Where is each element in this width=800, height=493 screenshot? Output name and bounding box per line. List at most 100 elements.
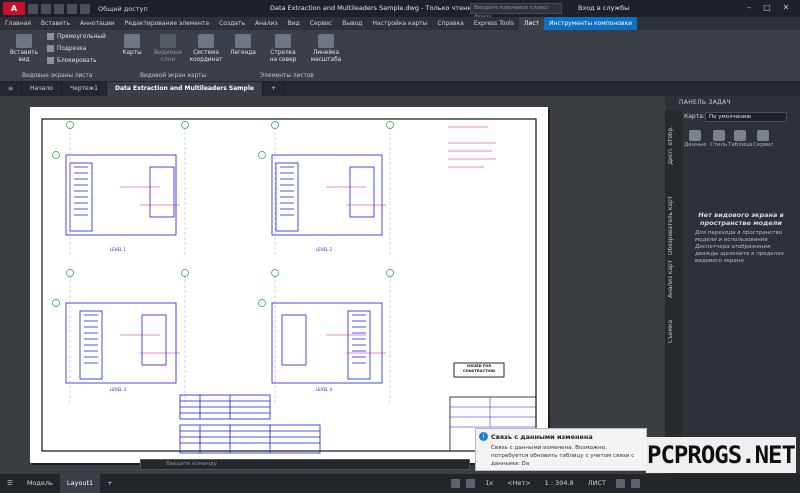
legend-button[interactable]: Легенда xyxy=(228,34,258,57)
drawing-canvas[interactable]: LEVEL 1 LEVEL 2 LEVEL 3 LEVEL 4 ISSUED F… xyxy=(0,96,665,474)
map-icon xyxy=(124,34,140,48)
data-tool[interactable]: Данные xyxy=(684,130,707,148)
tab-create[interactable]: Создать xyxy=(214,17,250,30)
no-viewport-message: Нет видового экрана в пространстве модел… xyxy=(698,211,784,227)
tab-model[interactable]: Модель xyxy=(20,474,60,493)
vtab-display-manager[interactable]: Дисп. отобр. xyxy=(668,126,674,165)
panel-label-viewports: Видовые экраны листа xyxy=(22,73,93,79)
tab-active-drawing[interactable]: Data Extraction and Multileaders Sample xyxy=(106,82,263,96)
settings-icon[interactable] xyxy=(616,479,625,488)
insert-view-button[interactable]: Вставить вид xyxy=(5,34,43,64)
wrench-icon xyxy=(757,130,770,141)
vtab-survey[interactable]: Съемка xyxy=(668,320,674,343)
close-icon[interactable]: ✕ xyxy=(779,2,793,14)
layout-sheet: LEVEL 1 LEVEL 2 LEVEL 3 LEVEL 4 ISSUED F… xyxy=(30,107,548,463)
table-icon xyxy=(734,130,747,141)
scale-bar-button[interactable]: Линейка масштаба xyxy=(306,34,346,64)
undo-icon[interactable] xyxy=(67,3,77,14)
north-arrow-button[interactable]: Стрелка на север xyxy=(266,34,300,64)
maximize-icon[interactable]: □ xyxy=(760,2,774,14)
tab-home[interactable]: Главная xyxy=(0,17,36,30)
lock-icon xyxy=(47,57,54,64)
tab-layout1[interactable]: Layout1 xyxy=(59,474,101,493)
minimize-icon[interactable]: – xyxy=(742,2,756,14)
redo-icon[interactable] xyxy=(80,3,90,14)
level-2-label: LEVEL 2 xyxy=(316,247,333,252)
rectangle-icon xyxy=(47,33,54,40)
menu-icon[interactable]: ≡ xyxy=(0,82,23,96)
scale-bar-icon xyxy=(318,34,334,48)
coord-system-button[interactable]: Система координат xyxy=(186,34,226,64)
ribbon-tabs: Главная Вставить Аннотации Редактировани… xyxy=(0,17,800,30)
service-tool[interactable]: Сервис xyxy=(753,130,774,148)
tab-output[interactable]: Вывод xyxy=(337,17,367,30)
viewport-icon xyxy=(16,34,32,48)
clip-button[interactable]: Подрезка xyxy=(47,45,86,52)
table-tool[interactable]: Таблица xyxy=(728,130,752,148)
style-tool[interactable]: Стиль xyxy=(710,130,727,148)
customize-icon[interactable] xyxy=(631,479,640,488)
rectangular-button[interactable]: Прямоугольный xyxy=(47,33,106,40)
grid-toggle-icon[interactable] xyxy=(466,479,476,488)
north-arrow-icon xyxy=(275,34,291,48)
login-button[interactable]: Вход в службы xyxy=(578,4,629,12)
panel-label-map-viewport: Видовой экран карты xyxy=(140,73,207,79)
task-pane-header: ПАНЕЛЬ ЗАДАЧ xyxy=(679,99,731,106)
save-icon[interactable] xyxy=(54,3,64,14)
tab-layout[interactable]: Лист xyxy=(518,17,545,30)
scale-multiplier[interactable]: 1x xyxy=(478,474,500,493)
tab-edit-element[interactable]: Редактирование элемента xyxy=(120,17,214,30)
level-4-label: LEVEL 4 xyxy=(316,387,333,392)
tab-help[interactable]: Справка xyxy=(432,17,468,30)
add-layout-button[interactable]: + xyxy=(100,474,119,493)
info-icon: i xyxy=(479,432,488,441)
issued-stamp: ISSUED FOR CONSTRUCTION xyxy=(463,364,495,373)
tab-layout-tools[interactable]: Инструменты компоновки xyxy=(544,17,638,30)
task-pane-vertical-tabs: Дисп. отобр. Обозреватель карт Анализ ка… xyxy=(665,110,682,474)
tab-map-setup[interactable]: Настройка карты xyxy=(367,17,432,30)
brush-icon xyxy=(712,130,725,141)
new-file-icon[interactable] xyxy=(28,3,38,14)
visible-layers-button[interactable]: Видимые слои xyxy=(152,34,184,64)
hamburger-icon[interactable]: ☰ xyxy=(0,474,20,493)
tab-annotate[interactable]: Аннотации xyxy=(75,17,120,30)
database-icon xyxy=(689,130,702,141)
scale-select[interactable]: 1 : 304.8 xyxy=(538,474,581,493)
ribbon-panel: Вставить вид Прямоугольный Подрезка Блок… xyxy=(0,30,800,82)
app-logo[interactable]: A xyxy=(3,2,25,15)
notification-body: Связь с данными изменена. Возможно, потр… xyxy=(491,445,635,467)
clip-icon xyxy=(47,45,54,52)
command-line[interactable]: Введите команду xyxy=(140,459,470,470)
maps-button[interactable]: Карты xyxy=(120,34,144,57)
open-file-icon[interactable] xyxy=(41,3,51,14)
style-select[interactable]: <Нет> xyxy=(500,474,538,493)
map-label: Карта: xyxy=(684,113,705,120)
status-bar: ☰ Модель Layout1 + 1x <Нет> 1 : 304.8 ЛИ… xyxy=(0,474,800,493)
space-toggle[interactable]: ЛИСТ xyxy=(581,474,613,493)
vtab-map-analysis[interactable]: Анализ карт xyxy=(668,260,674,298)
file-tabs: ≡ Начало Чертеж1 Data Extraction and Mul… xyxy=(0,82,800,96)
data-link-notification[interactable]: i Связь с данными изменена Связь с данны… xyxy=(475,428,647,471)
floor-plan-drawing xyxy=(41,118,537,454)
search-input[interactable]: Введите ключевое слово/фразу xyxy=(470,3,562,20)
snap-icon[interactable] xyxy=(451,479,461,488)
share-button[interactable]: Общий доступ xyxy=(98,5,148,13)
tab-tools[interactable]: Сервис xyxy=(305,17,337,30)
tab-view[interactable]: Вид xyxy=(283,17,305,30)
title-bar: A Общий доступ Data Extraction and Multi… xyxy=(0,0,800,20)
tab-analyze[interactable]: Анализ xyxy=(250,17,283,30)
map-select[interactable]: По умолчанию xyxy=(705,112,787,122)
task-pane: ПАНЕЛЬ ЗАДАЧ Дисп. отобр. Обозреватель к… xyxy=(665,96,800,474)
layers-icon xyxy=(160,34,176,48)
new-tab-button[interactable]: + xyxy=(263,82,285,96)
window-title: Data Extraction and Multileaders Sample.… xyxy=(270,4,476,12)
vtab-map-explorer[interactable]: Обозреватель карт xyxy=(668,196,674,255)
tab-start[interactable]: Начало xyxy=(22,82,62,96)
tab-express-tools[interactable]: Express Tools xyxy=(469,17,519,30)
grid-icon xyxy=(198,34,214,48)
legend-icon xyxy=(235,34,251,48)
tab-insert[interactable]: Вставить xyxy=(36,17,75,30)
panel-label-layout-elements: Элементы листов xyxy=(260,73,314,79)
lock-button[interactable]: Блокировать xyxy=(47,57,97,64)
tab-drawing1[interactable]: Чертеж1 xyxy=(62,82,107,96)
